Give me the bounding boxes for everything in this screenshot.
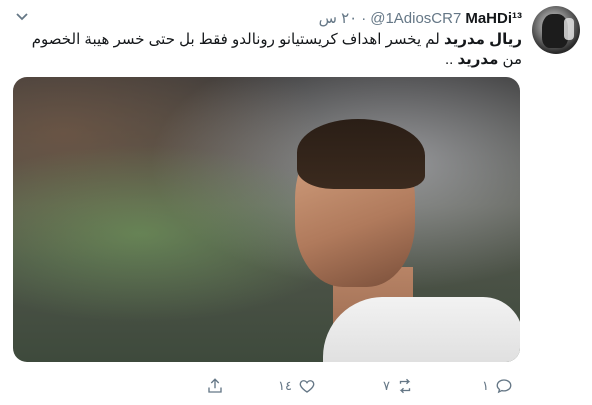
tweet-photo[interactable]: [13, 77, 520, 362]
photo-shirt: [323, 297, 520, 362]
chevron-down-icon[interactable]: [12, 8, 32, 28]
tweet-header: MaHDi¹³ @1AdiosCR7 · ٢٠ س: [319, 9, 522, 28]
hashtag-text-2[interactable]: مدريد: [457, 51, 498, 68]
tweet-actions: ١ ٧ ١٤: [0, 372, 592, 400]
retweet-icon: [399, 378, 411, 394]
reply-count: ١: [482, 378, 489, 393]
share-button[interactable]: [206, 375, 224, 397]
heart-icon: [299, 380, 315, 393]
like-count: ١٤: [278, 378, 292, 393]
avatar[interactable]: [532, 6, 580, 54]
display-name[interactable]: MaHDi¹³: [465, 10, 522, 27]
hashtag-text-1[interactable]: ريال مدريد: [444, 31, 522, 48]
tweet-tail: ..: [444, 51, 458, 68]
tweet-text: ريال مدريد لم يخسر اهداف كريستيانو رونال…: [12, 30, 522, 70]
tweet-time[interactable]: ٢٠ س: [319, 9, 358, 27]
user-handle[interactable]: @1AdiosCR7: [370, 10, 461, 27]
share-icon: [208, 378, 222, 393]
retweet-button[interactable]: ٧: [383, 375, 414, 397]
reply-icon: [496, 379, 512, 394]
tweet-card[interactable]: MaHDi¹³ @1AdiosCR7 · ٢٠ س ريال مدريد لم …: [0, 0, 592, 405]
retweet-count: ٧: [383, 378, 390, 393]
reply-button[interactable]: ١: [482, 375, 513, 397]
photo-hair: [297, 119, 425, 189]
avatar-highlight: [564, 18, 574, 40]
separator-dot: ·: [361, 9, 367, 27]
like-button[interactable]: ١٤: [278, 375, 316, 397]
